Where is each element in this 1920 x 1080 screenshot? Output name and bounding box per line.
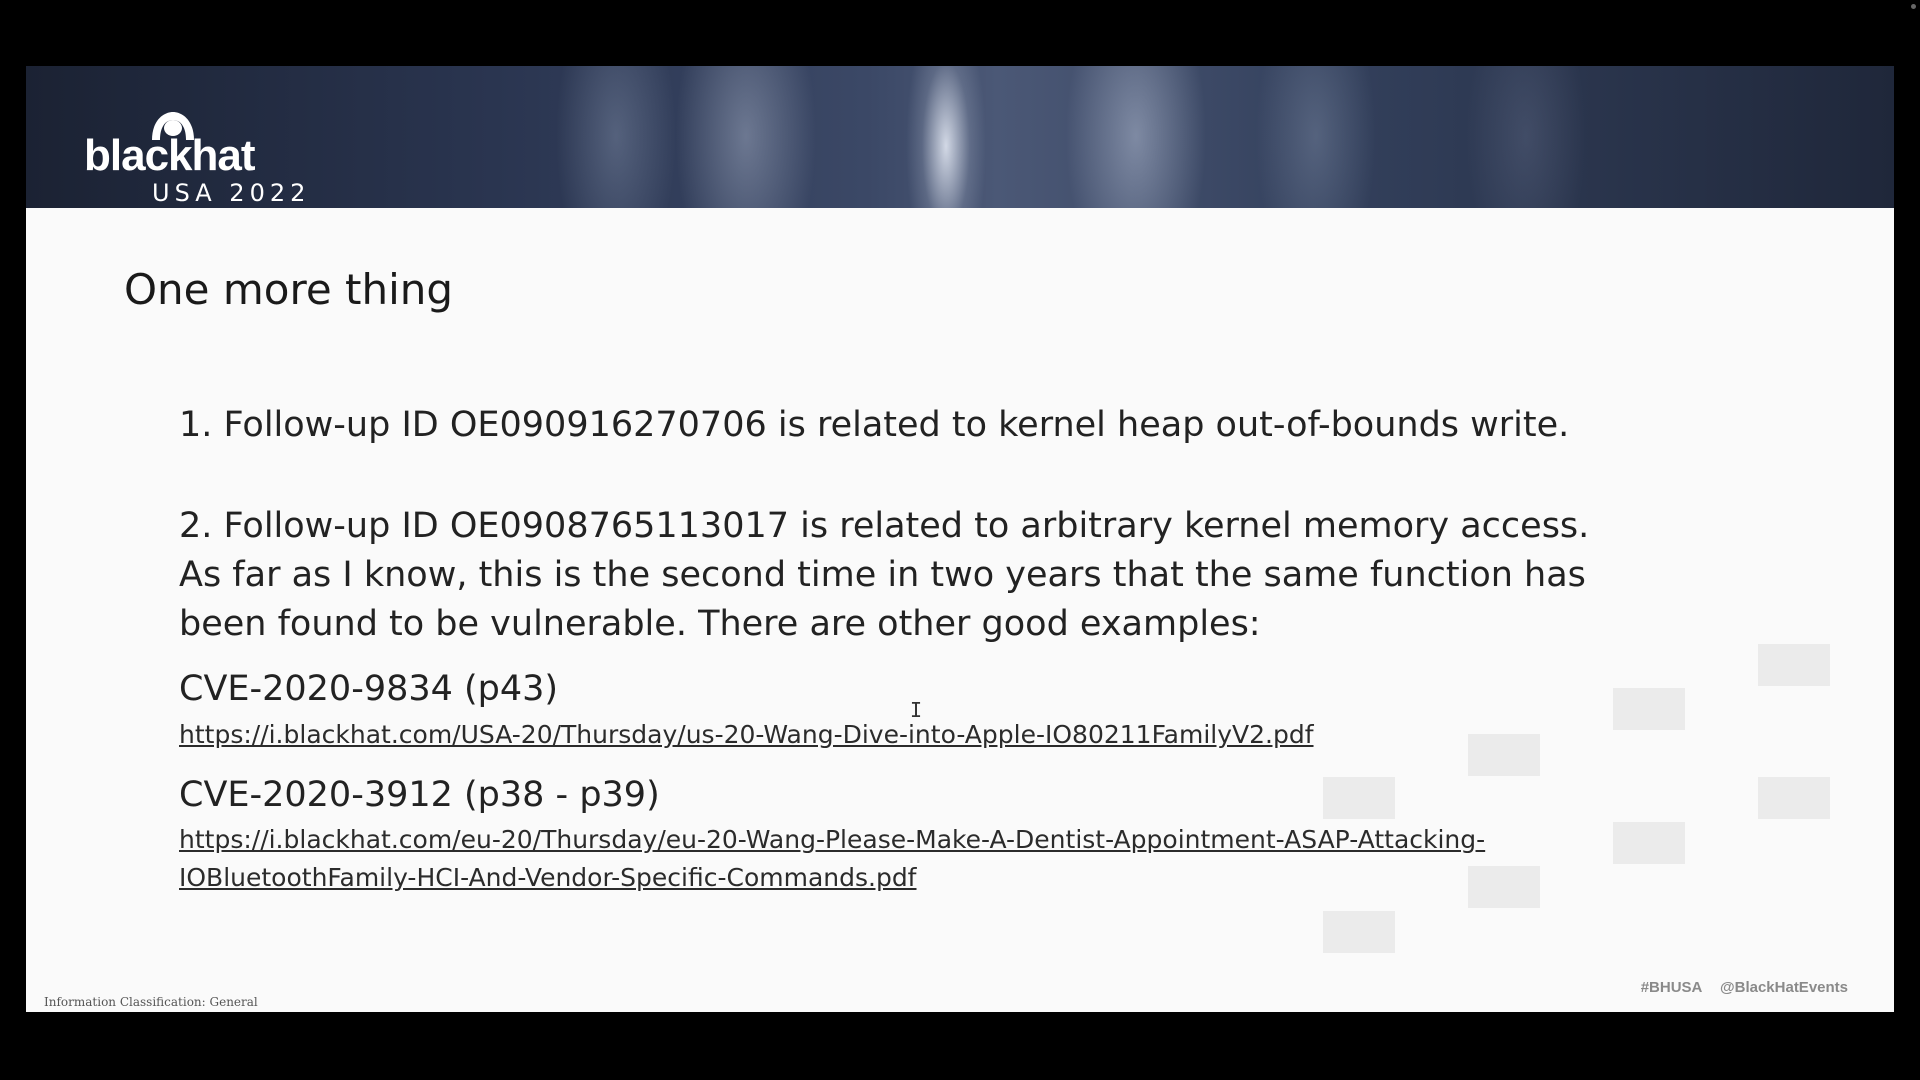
cve-link-2-text-line-2[interactable]: IOBluetoothFamily-HCI-And-Vendor-Specifi… [179,859,1485,897]
ghost-overlay [1758,644,1830,686]
ghost-overlay [1758,777,1830,819]
ghost-overlay [1323,911,1395,953]
list-item-1: 1. Follow-up ID OE090916270706 is relate… [179,405,1570,445]
ghost-overlay [1613,688,1685,730]
ghost-overlay [1613,822,1685,864]
blackhat-logo: blackhat USA 2022 [56,90,346,205]
logo-brand-text: blackhat [84,131,256,180]
classification-label: Information Classification: General [44,995,258,1009]
cve-link-1-text[interactable]: https://i.blackhat.com/USA-20/Thursday/u… [179,716,1314,754]
cve-link-2[interactable]: https://i.blackhat.com/eu-20/Thursday/eu… [179,821,1485,897]
ghost-overlay [1468,866,1540,908]
footer-hashtags: #BHUSA @BlackHatEvents [1627,979,1848,996]
slide-banner: blackhat USA 2022 [26,66,1894,208]
screen: blackhat USA 2022 One more thing 1. Foll… [0,0,1920,1080]
cve-title-2: CVE-2020-3912 (p38 - p39) [179,775,660,815]
hashtag-text: #BHUSA [1640,979,1702,996]
list-item-2-line: As far as I know, this is the second tim… [179,555,1586,595]
indicator-dot [1911,4,1916,9]
cve-title-1: CVE-2020-9834 (p43) [179,669,559,709]
handle-text: @BlackHatEvents [1719,979,1848,996]
cve-link-2-text-line-1[interactable]: https://i.blackhat.com/eu-20/Thursday/eu… [179,821,1485,859]
text-cursor-icon: I [910,698,923,722]
list-item-2: 2. Follow-up ID OE0908765113017 is relat… [179,502,1719,649]
list-item-2-line: 2. Follow-up ID OE0908765113017 is relat… [179,506,1590,546]
logo-event-text: USA 2022 [152,179,311,207]
slide-title: One more thing [124,265,454,314]
cve-link-1[interactable]: https://i.blackhat.com/USA-20/Thursday/u… [179,716,1314,754]
presentation-slide: blackhat USA 2022 One more thing 1. Foll… [26,66,1894,1012]
list-item-2-line: been found to be vulnerable. There are o… [179,604,1261,644]
ghost-overlay [1323,777,1395,819]
ghost-overlay [1468,734,1540,776]
